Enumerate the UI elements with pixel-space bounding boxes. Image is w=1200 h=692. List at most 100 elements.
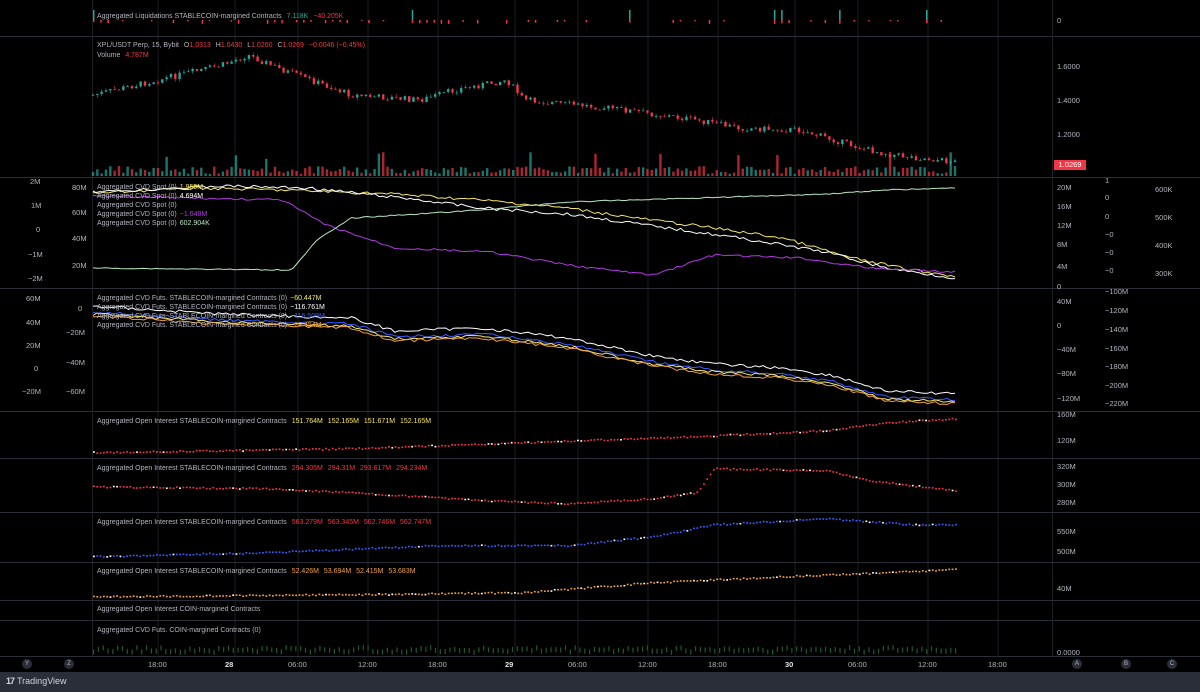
futs-left-inner-2: −20M: [66, 328, 85, 337]
chart-frame: Aggregated Liquidations STABLECOIN-margi…: [0, 0, 1200, 692]
legend-label: Aggregated CVD Spot (0): [97, 220, 177, 227]
cvd-coin-title: Aggregated CVD Futs. COIN-margined Contr…: [97, 627, 261, 634]
time-label-13: 18:00: [988, 660, 1007, 669]
cvd-spot-legend-row: Aggregated CVD Spot (0) 602.904K: [97, 219, 210, 228]
oi-title-4: Aggregated Open Interest STABLECOIN-marg…: [97, 568, 287, 575]
oi-legend-4: Aggregated Open Interest STABLECOIN-marg…: [97, 567, 416, 576]
price-scale-3: 1.2000: [1057, 130, 1080, 139]
time-label-4: 12:00: [358, 660, 377, 669]
futs-right-b-4: −160M: [1105, 344, 1129, 353]
time-label-3: 06:00: [288, 660, 307, 669]
oi-title-2: Aggregated Open Interest STABLECOIN-marg…: [97, 465, 287, 472]
brand[interactable]: 17 TradingView: [6, 676, 67, 686]
spot-left-inner-3: 40M: [72, 234, 87, 243]
oi-4-value-4: 53.683M: [388, 568, 416, 575]
futs-left-inner-3: −40M: [66, 358, 85, 367]
liquidations-short-value: −40.205K: [313, 13, 344, 20]
time-label-12: 12:00: [918, 660, 937, 669]
corner-button-z[interactable]: Z: [64, 659, 74, 669]
oi-1-scale-1: 160M: [1057, 410, 1076, 419]
oi-3-value-4: 562.747M: [399, 519, 432, 526]
legend-value: −28.454M: [290, 322, 322, 329]
legend-label: Aggregated CVD Spot (0): [97, 211, 177, 218]
oi-title-3: Aggregated Open Interest STABLECOIN-marg…: [97, 519, 287, 526]
liquidations-legend: Aggregated Liquidations STABLECOIN-margi…: [97, 12, 343, 21]
price-legend: XPL/USDT Perp, 15, Bybit O1.0313 H1.0430…: [97, 41, 365, 50]
cvd-futs-legend-row: Aggregated CVD Futs. STABLECOIN-margined…: [97, 294, 321, 303]
futs-right-b-7: −220M: [1105, 399, 1129, 408]
futs-right-a-3: −40M: [1057, 345, 1076, 354]
futs-right-a-4: −80M: [1057, 369, 1076, 378]
oi-1-value-1: 151.764M: [291, 418, 323, 425]
oi-3-scale-1: 550M: [1057, 527, 1076, 536]
oi-coin-title: Aggregated Open Interest COIN-margined C…: [97, 606, 261, 613]
spot-right-b-4: −0: [1105, 230, 1114, 239]
low-value: 1.0260: [251, 42, 273, 49]
oi-title-1: Aggregated Open Interest STABLECOIN-marg…: [97, 418, 287, 425]
high-value: 1.0430: [220, 42, 243, 49]
volume-label: Volume: [97, 52, 121, 59]
spot-right-a-1: 20M: [1057, 183, 1072, 192]
oi-1-value-4: 152.165M: [399, 418, 432, 425]
price-scale-2: 1.4000: [1057, 96, 1080, 105]
time-label-6: 29: [505, 660, 514, 669]
volume-value: 4.787M: [125, 52, 149, 59]
futs-left-outer-4: 0: [34, 364, 39, 373]
liquidations-long-value: 7.118K: [286, 13, 309, 20]
futs-right-b-6: −200M: [1105, 381, 1129, 390]
futs-right-a-2: 0: [1057, 321, 1062, 330]
corner-button-b[interactable]: B: [1121, 659, 1131, 669]
oi-4-scale-1: 40M: [1057, 584, 1072, 593]
spot-left-inner-2: 60M: [72, 208, 87, 217]
spot-left-inner-4: 20M: [72, 261, 87, 270]
oi-legend-3: Aggregated Open Interest STABLECOIN-marg…: [97, 518, 431, 527]
legend-label: Aggregated CVD Futs. STABLECOIN-margined…: [97, 304, 288, 311]
time-label-7: 06:00: [568, 660, 587, 669]
price-pane[interactable]: [0, 36, 1200, 178]
close-value: 1.0269: [282, 42, 304, 49]
legend-label: Aggregated CVD Spot (0): [97, 193, 177, 200]
spot-left-outer-4: −1M: [28, 250, 43, 259]
futs-right-a-5: −120M: [1057, 394, 1081, 403]
cvd-futs-legend-row: Aggregated CVD Futs. STABLECOIN-margined…: [97, 312, 325, 321]
spot-left-outer-1: 2M: [30, 177, 41, 186]
footer-bar: 17 TradingView: [0, 672, 1200, 692]
futs-left-outer-2: 40M: [26, 318, 41, 327]
spot-right-a-4: 8M: [1057, 240, 1068, 249]
time-label-9: 18:00: [708, 660, 727, 669]
futs-right-a-1: 40M: [1057, 297, 1072, 306]
oi-4-value-3: 52.415M: [356, 568, 384, 575]
corner-button-a[interactable]: A: [1072, 659, 1082, 669]
futs-left-inner-1: 0: [78, 304, 83, 313]
volume-legend: Volume 4.787M: [97, 51, 149, 60]
oi-2-value-4: 294.234M: [396, 465, 428, 472]
symbol-info[interactable]: XPL/USDT Perp, 15, Bybit: [97, 42, 179, 49]
spot-right-b-1: 1: [1105, 176, 1110, 185]
time-axis[interactable]: 18:00 28 06:00 12:00 18:00 29 06:00 12:0…: [0, 656, 1200, 671]
oi-2-scale-2: 300M: [1057, 480, 1076, 489]
legend-value: −60.447M: [290, 295, 322, 302]
corner-button-c[interactable]: C: [1167, 659, 1177, 669]
spot-right-b-3: 0: [1105, 212, 1110, 221]
futs-left-outer-1: 60M: [26, 294, 41, 303]
futs-left-outer-3: 20M: [26, 341, 41, 350]
oi-2-scale-1: 320M: [1057, 462, 1076, 471]
time-label-10: 30: [785, 660, 794, 669]
corner-button-y[interactable]: Y: [22, 659, 32, 669]
brand-name: TradingView: [17, 676, 67, 686]
oi-coin-legend: Aggregated Open Interest COIN-margined C…: [97, 605, 260, 614]
spot-right-b-2: 0: [1105, 193, 1110, 202]
legend-value: −116.761M: [290, 304, 325, 311]
spot-right-b-6: −0: [1105, 266, 1114, 275]
futs-right-b-2: −120M: [1105, 306, 1129, 315]
spot-left-outer-5: −2M: [28, 274, 43, 283]
spot-right-c-4: 300K: [1155, 269, 1173, 278]
oi-legend-1: Aggregated Open Interest STABLECOIN-marg…: [97, 417, 431, 426]
spot-left-outer-3: 0: [36, 225, 41, 234]
time-label-11: 06:00: [848, 660, 867, 669]
futs-right-b-1: −100M: [1105, 287, 1129, 296]
legend-label: Aggregated CVD Futs. STABLECOIN-margined…: [97, 322, 288, 329]
oi-1-value-3: 151.671M: [363, 418, 396, 425]
oi-2-value-1: 294.305M: [291, 465, 323, 472]
oi-1-value-2: 152.165M: [327, 418, 359, 425]
